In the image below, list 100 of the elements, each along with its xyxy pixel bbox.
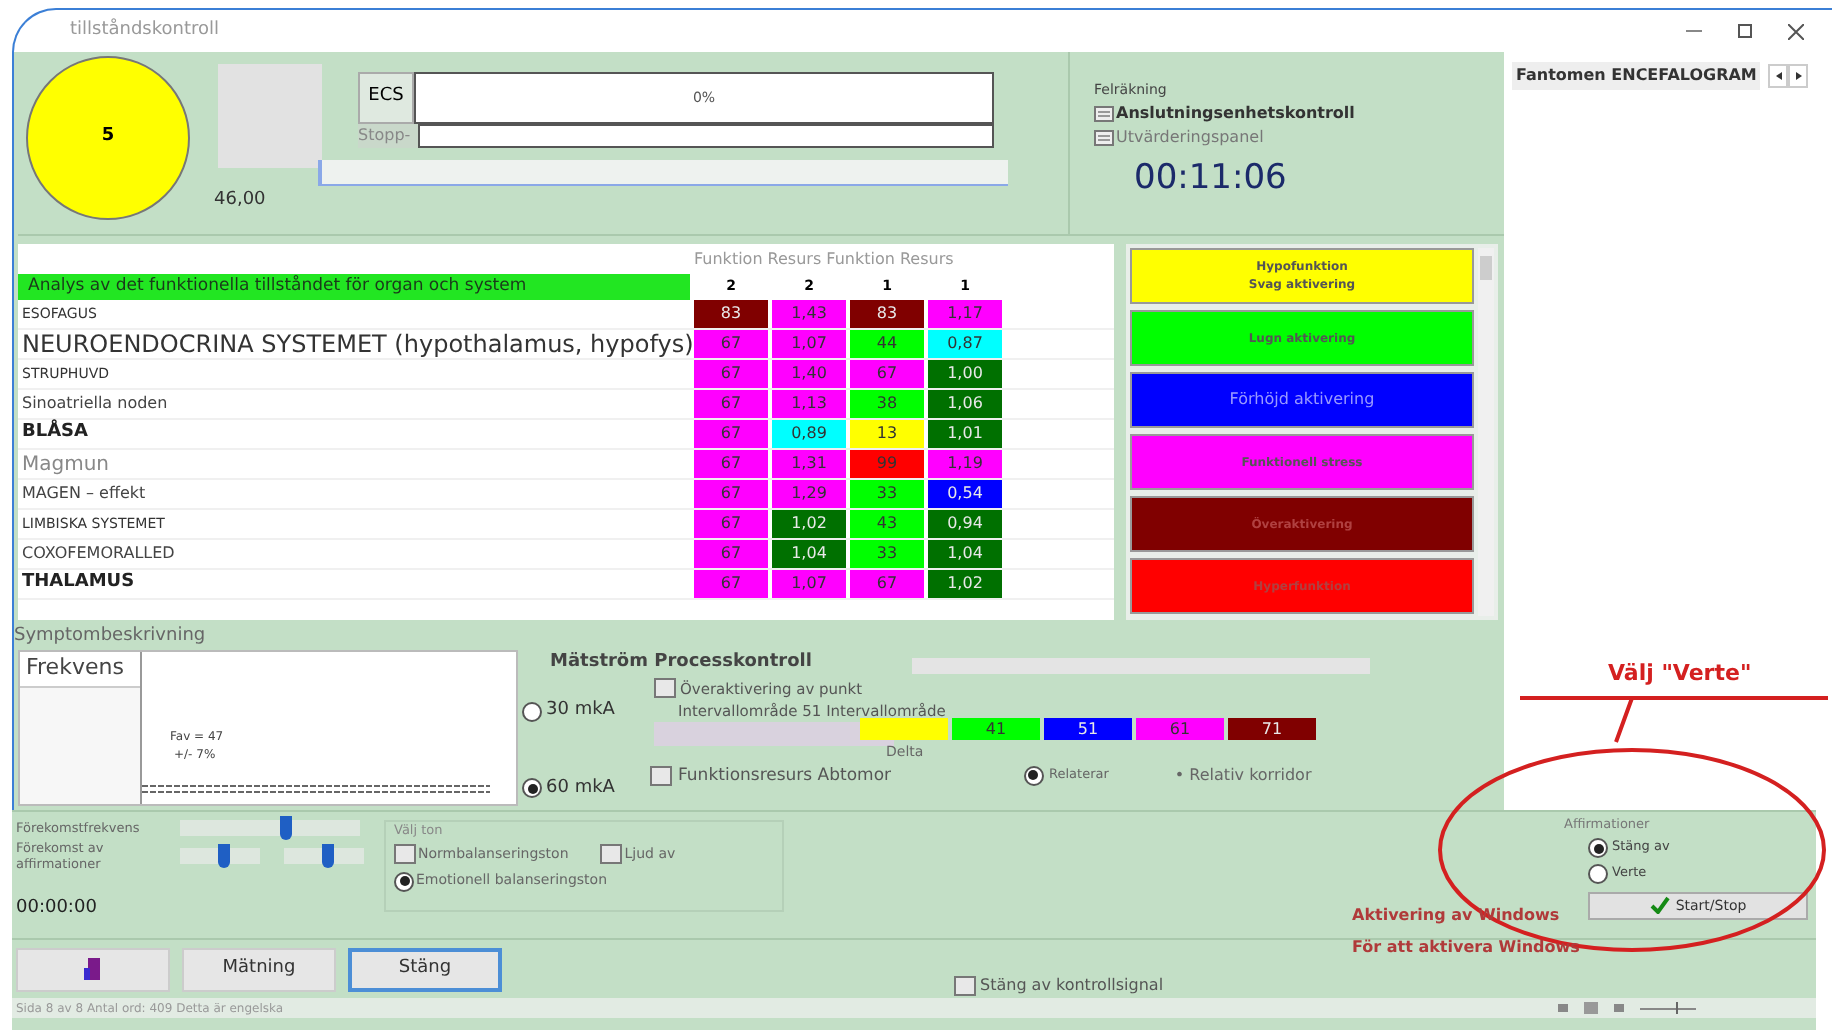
value-cell: 1,19: [928, 450, 1002, 478]
tab[interactable]: Frekvens: [20, 652, 140, 687]
value-cell: 1,04: [928, 540, 1002, 568]
value-cell: 33: [850, 540, 924, 568]
value-cell: 1,40: [772, 360, 846, 388]
interval-swatch: 41: [952, 718, 1040, 740]
zoom-slider[interactable]: [1640, 1002, 1696, 1014]
value-cell: 99: [850, 450, 924, 478]
value-cell: 43: [850, 510, 924, 538]
table-heading: Analys av det funktionella tillståndet för organ och system: [18, 273, 690, 299]
value-cell: 1,07: [772, 330, 846, 358]
panel-icon: [1094, 129, 1114, 145]
radio-button[interactable]: [1023, 765, 1044, 786]
value-cell: 1,02: [772, 510, 846, 538]
scroll-right-button[interactable]: [1788, 64, 1809, 88]
organ-name: COXOFEMORALLED: [20, 542, 177, 566]
annotation-text: Välj "Verte": [1608, 658, 1752, 690]
panel-icon: [1094, 105, 1114, 121]
value-cell: 67: [850, 360, 924, 388]
reading-value: 46,00: [214, 188, 266, 214]
value-cell: 1,02: [928, 570, 1002, 598]
value-cell: 38: [850, 390, 924, 418]
checkbox[interactable]: [650, 765, 672, 786]
slider-thumb[interactable]: [217, 844, 230, 868]
value-cell: 1,06: [928, 390, 1002, 418]
session-timer: 00:00:00: [16, 896, 99, 922]
maximize-icon[interactable]: [1738, 24, 1752, 38]
scrollbar[interactable]: [1478, 248, 1494, 616]
value-cell: 0,89: [772, 420, 846, 448]
organ-name: BLÅSA: [20, 420, 91, 447]
value-cell: 67: [694, 450, 768, 478]
slider-thumb[interactable]: [280, 816, 293, 840]
slider-thumb[interactable]: [321, 844, 334, 868]
slider[interactable]: [180, 820, 360, 836]
organ-name: NEUROENDOCRINA SYSTEMET (hypothalamus, hypofys): [20, 328, 690, 362]
checkbox-label: Stäng av kontrollsignal: [980, 973, 1164, 997]
value-cell: 67: [694, 540, 768, 568]
value-cell: 13: [850, 420, 924, 448]
value-cell: 67: [850, 570, 924, 598]
value-cell: 1,43: [772, 300, 846, 328]
scroll-left-button[interactable]: [1768, 64, 1789, 88]
value-cell: 0,54: [928, 480, 1002, 508]
close-icon[interactable]: [1788, 23, 1804, 39]
panel-title: Mätström Processkontroll: [550, 650, 812, 676]
organ-name: MAGEN – effekt: [20, 482, 148, 506]
value-cell: 1,00: [928, 360, 1002, 388]
action-button[interactable]: Stäng: [348, 947, 502, 991]
value-cell: 1,29: [772, 480, 846, 508]
exit-button[interactable]: [16, 947, 170, 991]
slider[interactable]: [180, 848, 260, 864]
stop-label: Stopp-: [358, 124, 418, 148]
radio-button[interactable]: [1588, 864, 1608, 885]
value-cell: 1,17: [928, 300, 1002, 328]
value-cell: 67: [694, 330, 768, 358]
column-header: Funktion Resurs Funktion Resurs: [692, 248, 954, 272]
radio-button[interactable]: [394, 871, 414, 891]
door-icon: [83, 956, 103, 982]
value-cell: 67: [694, 480, 768, 508]
panel-item[interactable]: Anslutningsenhetskontroll: [1116, 101, 1355, 125]
checkbox-label: Funktionsresurs Abtomor: [678, 763, 892, 789]
value-cell: 67: [694, 570, 768, 598]
radio-button[interactable]: [522, 701, 542, 722]
value-cell: 1,13: [772, 390, 846, 418]
value-cell: 67: [694, 420, 768, 448]
activation-notice: För att aktivera Windows: [1352, 936, 1580, 960]
left-arrow-icon: [1775, 72, 1782, 80]
checkmark-icon: [1649, 896, 1670, 915]
radio-label: 60 mkA: [546, 775, 615, 801]
value-cell: 44: [850, 330, 924, 358]
image-placeholder: [218, 64, 322, 168]
value-cell: 67: [694, 360, 768, 388]
ecs-label: ECS: [358, 72, 414, 124]
value-cell: 83: [694, 300, 768, 328]
tab[interactable]: Fantomen ENCEFALOGRAM: [1512, 62, 1761, 90]
checkbox[interactable]: [600, 844, 623, 864]
radio-button[interactable]: [522, 778, 542, 799]
window-title: tillståndskontroll: [70, 17, 220, 44]
value-cell: 1,01: [928, 420, 1002, 448]
corridor-label: • Relativ korridor: [1174, 763, 1312, 788]
value-cell: 83: [850, 300, 924, 328]
interval-swatch: 51: [1044, 718, 1132, 740]
organ-name: Magmun: [20, 451, 112, 479]
value-cell: 1,07: [772, 570, 846, 598]
organ-name: Sinoatriella noden: [20, 392, 170, 416]
value-cell: 33: [850, 480, 924, 508]
stop-field[interactable]: [418, 124, 994, 148]
checkbox[interactable]: [394, 844, 416, 864]
interval-swatch: 71: [1228, 718, 1316, 740]
organ-name: THALAMUS: [20, 570, 137, 597]
checkbox[interactable]: [954, 975, 976, 995]
value-cell: 67: [694, 390, 768, 418]
value-cell: 67: [694, 510, 768, 538]
slider[interactable]: [284, 848, 364, 864]
checkbox[interactable]: [654, 678, 676, 699]
elapsed-timer: 00:11:06: [1134, 155, 1289, 201]
action-button[interactable]: Mätning: [182, 947, 336, 991]
value-cell: 0,87: [928, 330, 1002, 358]
right-arrow-icon: [1795, 72, 1802, 80]
radio-button[interactable]: [1588, 838, 1608, 859]
value-cell: 0,94: [928, 510, 1002, 538]
